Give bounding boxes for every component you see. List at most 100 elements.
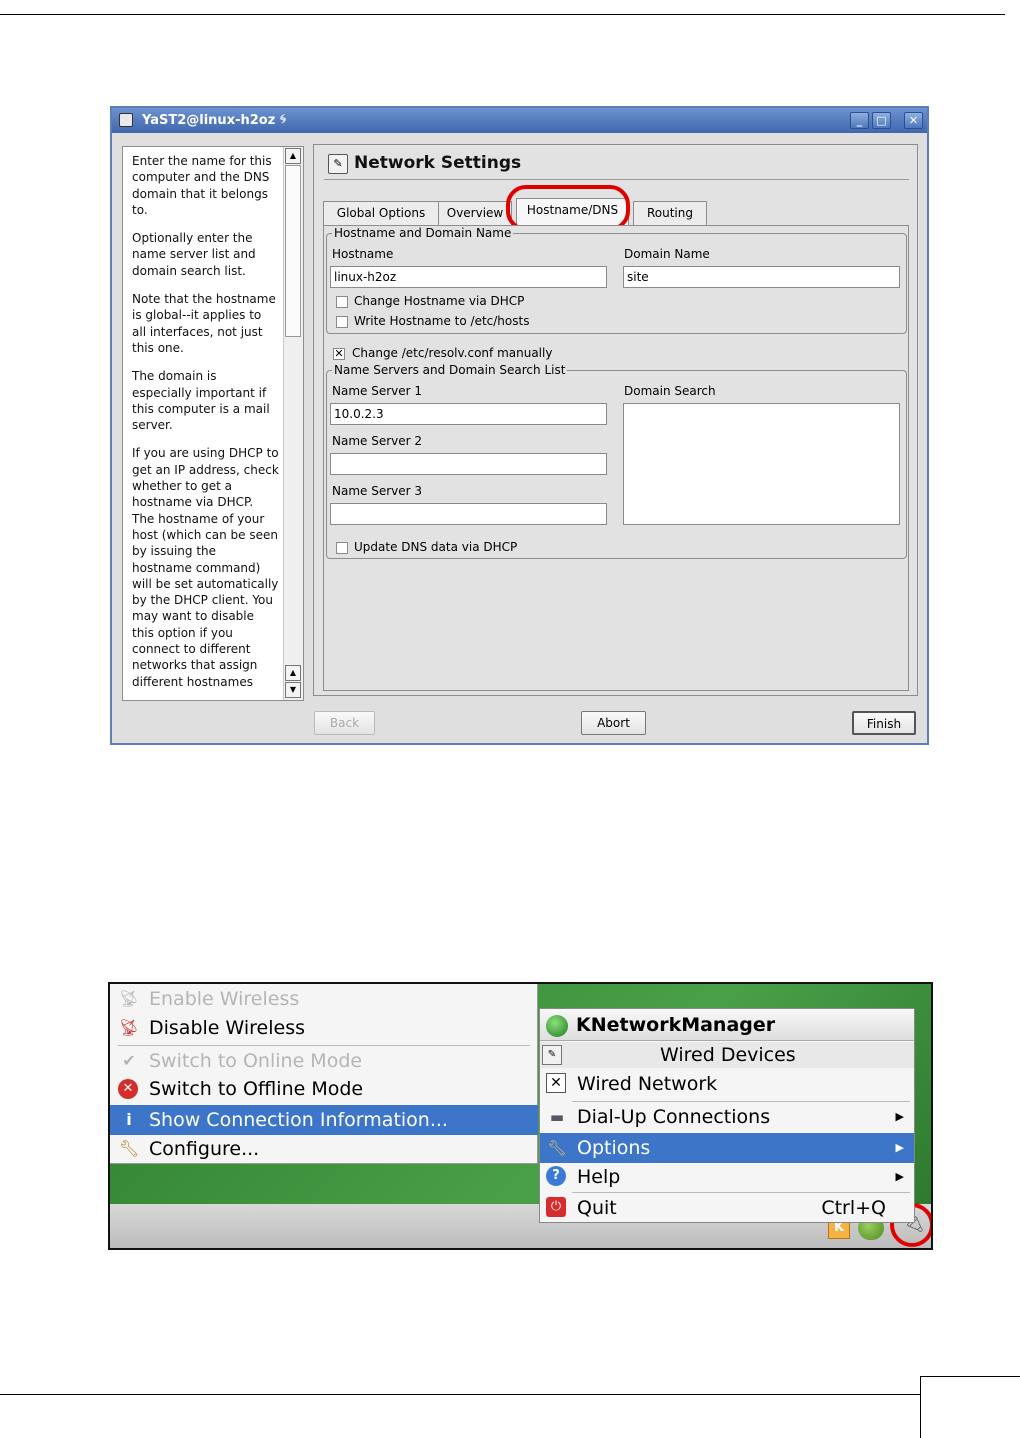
- submenu-arrow-icon: ▶: [895, 1141, 904, 1154]
- wrench-icon: 🔧︎: [547, 1139, 567, 1157]
- help-paragraph: If you are using DHCP to get an IP addre…: [132, 446, 279, 689]
- menu-item-enable-wireless[interactable]: 📡︎ Enable Wireless: [110, 984, 538, 1014]
- section-label: Wired Devices: [660, 1044, 796, 1066]
- menu-item-wired-network[interactable]: ✕ Wired Network: [540, 1069, 914, 1099]
- change-hostname-dhcp-checkbox[interactable]: [336, 296, 348, 308]
- knetworkmanager-logo-icon: [546, 1015, 568, 1037]
- page-title: Network Settings: [354, 153, 522, 173]
- power-icon: ⏻︎: [546, 1197, 566, 1217]
- tab-panel: Hostname and Domain Name Hostname linux-…: [323, 225, 909, 691]
- wrench-icon: 🔧︎: [118, 1139, 140, 1158]
- menu-item-dialup-connections[interactable]: ▬ Dial-Up Connections ▶: [540, 1102, 914, 1132]
- hostname-input[interactable]: linux-h2oz: [330, 266, 607, 288]
- domain-search-list[interactable]: [623, 403, 900, 525]
- domain-name-input[interactable]: site: [623, 266, 900, 288]
- shortcut-label: Ctrl+Q: [821, 1197, 886, 1219]
- modem-icon: ▬: [549, 1108, 565, 1126]
- tab-routing[interactable]: Routing: [633, 201, 707, 225]
- menu-item-label: Disable Wireless: [149, 1017, 306, 1039]
- abort-button[interactable]: Abort: [581, 711, 646, 735]
- menu-item-configure[interactable]: 🔧︎ Configure...: [110, 1134, 538, 1164]
- group-legend: Hostname and Domain Name: [332, 226, 514, 240]
- tray-context-menu: 📡︎ Enable Wireless 📡︎ Disable Wireless ✔…: [110, 984, 538, 1164]
- menu-item-label: Quit: [577, 1197, 617, 1219]
- help-pane[interactable]: Enter the name for this computer and the…: [122, 146, 304, 701]
- menu-item-label: Switch to Offline Mode: [149, 1078, 364, 1100]
- menu-title: KNetworkManager: [576, 1014, 776, 1036]
- tab-overview[interactable]: Overview: [438, 201, 512, 225]
- menu-item-label: Configure...: [149, 1138, 260, 1160]
- hostname-label: Hostname: [332, 247, 394, 261]
- network-settings-pane: ✎ Network Settings Global Options Overvi…: [313, 144, 918, 696]
- help-paragraph: Note that the hostname is global--it app…: [132, 292, 276, 355]
- domain-name-label: Domain Name: [624, 247, 710, 261]
- menu-section-header: ✎ Wired Devices: [540, 1042, 914, 1068]
- close-button[interactable]: ✕: [904, 112, 923, 129]
- window-title: YaST2@linux-h2oz: [142, 113, 276, 128]
- menu-item-label: Enable Wireless: [149, 988, 300, 1010]
- menu-item-label: Show Connection Information...: [149, 1109, 448, 1131]
- write-hostname-hosts-checkbox[interactable]: [336, 316, 348, 328]
- scrollbar-thumb[interactable]: [285, 165, 301, 337]
- help-paragraph: The domain is especially important if th…: [132, 369, 270, 433]
- help-paragraph: Optionally enter the name server list an…: [132, 231, 256, 278]
- scroll-down-arrow-icon[interactable]: ▼: [285, 682, 301, 698]
- menu-item-quit[interactable]: ⏻︎ Quit Ctrl+Q: [540, 1193, 914, 1223]
- ns1-input[interactable]: 10.0.2.3: [330, 403, 607, 425]
- back-button[interactable]: Back: [314, 711, 375, 735]
- submenu-arrow-icon: ▶: [895, 1170, 904, 1183]
- finish-button[interactable]: Finish: [852, 711, 916, 735]
- change-hostname-dhcp-label: Change Hostname via DHCP: [354, 294, 525, 308]
- ns3-label: Name Server 3: [332, 484, 423, 498]
- ns2-input[interactable]: [330, 453, 607, 475]
- tab-global-options[interactable]: Global Options: [323, 201, 439, 225]
- scroll-up-arrow-icon[interactable]: ▲: [285, 665, 301, 681]
- knetworkmanager-menu: KNetworkManager ✎ Wired Devices ✕ Wired …: [539, 1008, 915, 1223]
- menu-item-label: Options: [577, 1137, 651, 1159]
- menu-item-switch-online[interactable]: ✔ Switch to Online Mode: [110, 1046, 538, 1076]
- menu-item-help[interactable]: ? Help ▶: [540, 1162, 914, 1192]
- menu-item-options[interactable]: 🔧︎ Options ▶: [540, 1133, 914, 1163]
- yast-window: YaST2@linux-h2oz 🌀︎ _ □ ✕ Enter the name…: [110, 106, 929, 745]
- minimize-button[interactable]: _: [850, 112, 869, 129]
- network-settings-icon: ✎: [328, 154, 348, 174]
- network-device-icon: ✎: [542, 1045, 562, 1065]
- wireless-antenna-icon: 📡︎: [118, 1018, 140, 1037]
- group-legend: Name Servers and Domain Search List: [332, 363, 568, 377]
- menu-item-label: Switch to Online Mode: [149, 1050, 363, 1072]
- ns3-input[interactable]: [330, 503, 607, 525]
- ns2-label: Name Server 2: [332, 434, 423, 448]
- page-number-box: [920, 1376, 1020, 1438]
- suse-swirl-icon: 🌀︎: [280, 112, 287, 127]
- maximize-button[interactable]: □: [872, 112, 891, 129]
- help-paragraph: Enter the name for this computer and the…: [132, 154, 272, 217]
- update-dns-dhcp-label: Update DNS data via DHCP: [354, 540, 518, 554]
- menu-item-label: Wired Network: [577, 1073, 718, 1095]
- yast-app-icon: [119, 113, 133, 127]
- wireless-antenna-icon: 📡︎: [118, 989, 140, 1008]
- menu-item-label: Help: [577, 1166, 621, 1188]
- title-divider: [324, 179, 909, 180]
- write-hostname-hosts-label: Write Hostname to /etc/hosts: [354, 314, 530, 328]
- knetworkmanager-screenshot: K 🔌︎ 📡︎ Enable Wireless 📡︎ Disable Wirel…: [108, 982, 933, 1250]
- menu-item-label: Dial-Up Connections: [577, 1106, 771, 1128]
- page-top-rule: [0, 14, 1005, 15]
- x-mark-icon: ✕: [546, 1073, 566, 1093]
- submenu-arrow-icon: ▶: [895, 1110, 904, 1123]
- checkmark-icon: ✔: [122, 1051, 136, 1070]
- change-resolv-checkbox[interactable]: ✕: [333, 348, 345, 360]
- update-dns-dhcp-checkbox[interactable]: [336, 542, 348, 554]
- help-scrollbar[interactable]: ▲ ▲ ▼: [283, 147, 303, 700]
- scroll-up-arrow-icon[interactable]: ▲: [285, 148, 301, 164]
- help-icon: ?: [546, 1166, 566, 1186]
- menu-header: KNetworkManager: [540, 1009, 914, 1041]
- page-bottom-rule: [0, 1394, 920, 1395]
- ns1-label: Name Server 1: [332, 384, 423, 398]
- change-resolv-label: Change /etc/resolv.conf manually: [352, 346, 553, 360]
- menu-item-show-connection-info[interactable]: i Show Connection Information...: [110, 1105, 538, 1135]
- menu-item-disable-wireless[interactable]: 📡︎ Disable Wireless: [110, 1013, 538, 1043]
- window-titlebar[interactable]: YaST2@linux-h2oz 🌀︎ _ □ ✕: [112, 108, 927, 133]
- info-icon: i: [126, 1110, 132, 1129]
- domain-search-label: Domain Search: [624, 384, 716, 398]
- menu-item-switch-offline[interactable]: ✕ Switch to Offline Mode: [110, 1074, 538, 1104]
